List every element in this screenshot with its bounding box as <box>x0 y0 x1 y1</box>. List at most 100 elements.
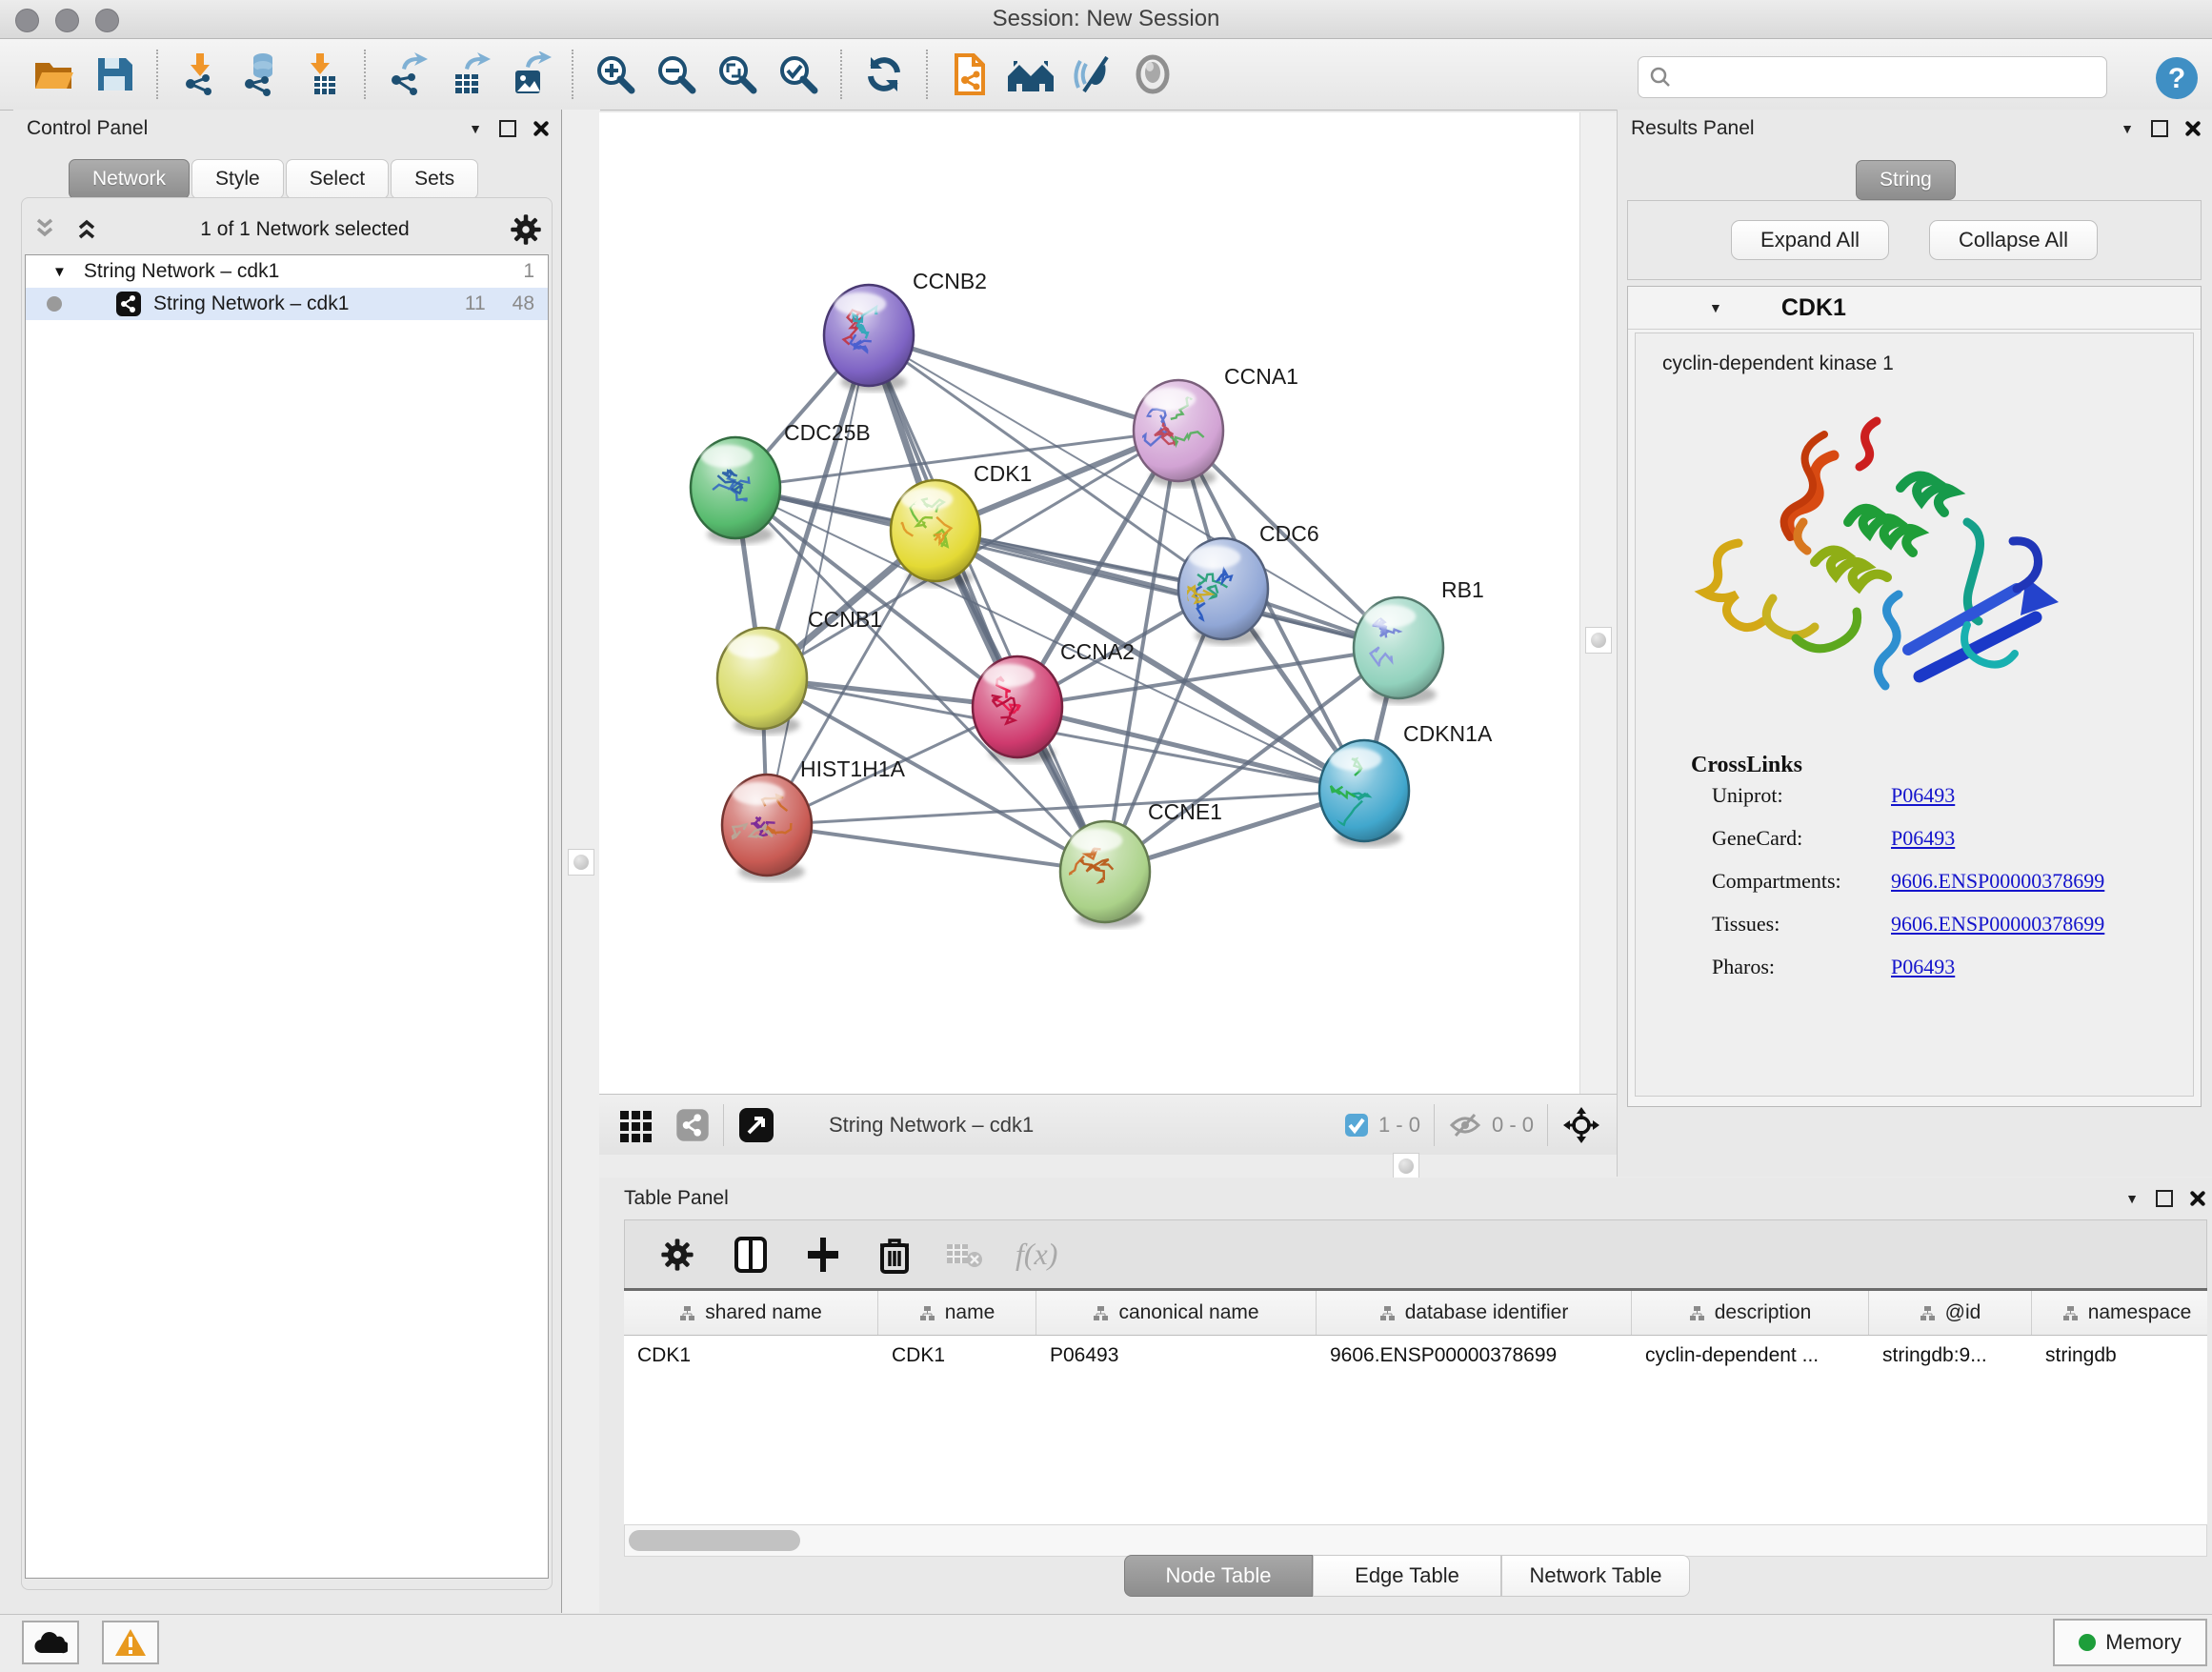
crosslink-link[interactable]: P06493 <box>1891 955 1955 979</box>
panel-menu-icon[interactable]: ▼ <box>2121 122 2134 135</box>
tab-edge-table[interactable]: Edge Table <box>1313 1555 1501 1597</box>
panel-float-icon[interactable] <box>2156 1190 2173 1207</box>
network-row[interactable]: String Network – cdk1 11 48 <box>26 288 548 320</box>
panel-menu-icon[interactable]: ▼ <box>2125 1192 2139 1205</box>
table-cell[interactable]: CDK1 <box>624 1336 878 1376</box>
edge-CCNB2-CCNE1[interactable] <box>869 335 1105 872</box>
table-cell[interactable]: CDK1 <box>878 1336 1036 1376</box>
protein-card-header[interactable]: ▼ CDK1 <box>1628 287 2201 330</box>
left-splitter[interactable] <box>561 110 600 1613</box>
panel-float-icon[interactable] <box>499 120 516 137</box>
table-cell[interactable]: cyclin-dependent ... <box>1632 1336 1869 1376</box>
column-header-description[interactable]: description <box>1632 1291 1869 1335</box>
memory-button[interactable]: Memory <box>2053 1619 2207 1666</box>
export-table-button[interactable] <box>444 48 493 101</box>
show-columns-icon[interactable] <box>734 1236 768 1274</box>
collapse-protein-icon[interactable]: ▼ <box>1709 301 1722 314</box>
import-table-from-file-button[interactable] <box>297 48 347 101</box>
splitter-handle[interactable] <box>1585 627 1612 654</box>
network-view-share-icon[interactable] <box>675 1108 710 1142</box>
panel-float-icon[interactable] <box>2151 120 2168 137</box>
zoom-fit-content-button[interactable] <box>713 48 762 101</box>
node-CCNB1[interactable] <box>717 628 807 735</box>
zoom-selected-region-button[interactable] <box>774 48 823 101</box>
panel-close-icon[interactable] <box>2185 121 2201 136</box>
node-CCNB2[interactable] <box>824 285 914 392</box>
search-input[interactable] <box>1673 66 2106 90</box>
crosslink-link[interactable]: 9606.ENSP00000378699 <box>1891 869 2104 894</box>
column-header-shared-name[interactable]: shared name <box>624 1291 878 1335</box>
column-header-name[interactable]: name <box>878 1291 1036 1335</box>
tab-sets[interactable]: Sets <box>391 159 478 199</box>
expand-all-chevron-icon[interactable] <box>72 217 101 242</box>
export-network-button[interactable] <box>383 48 432 101</box>
table-row[interactable]: CDK1CDK1P064939606.ENSP00000378699cyclin… <box>624 1336 2207 1376</box>
node-CCNA1[interactable] <box>1134 380 1223 487</box>
scrollbar-thumb[interactable] <box>629 1530 800 1551</box>
detach-view-icon[interactable] <box>737 1106 775 1144</box>
grid-view-icon[interactable] <box>618 1107 654 1143</box>
zoom-in-button[interactable] <box>591 48 640 101</box>
node-RB1[interactable] <box>1354 597 1443 704</box>
edge-HIST1H1A-CCNE1[interactable] <box>767 825 1105 872</box>
network-collection-row[interactable]: ▼ String Network – cdk1 1 <box>26 255 548 288</box>
tab-network[interactable]: Network <box>69 159 190 199</box>
splitter-handle[interactable] <box>1393 1153 1419 1179</box>
column-header-database-identifier[interactable]: database identifier <box>1317 1291 1632 1335</box>
export-image-button[interactable] <box>505 48 554 101</box>
right-splitter[interactable] <box>1579 112 1618 1094</box>
expand-all-button[interactable]: Expand All <box>1731 220 1889 260</box>
panel-menu-icon[interactable]: ▼ <box>469 122 482 135</box>
delete-column-trash-icon[interactable] <box>878 1236 911 1274</box>
collapse-all-button[interactable]: Collapse All <box>1929 220 2098 260</box>
node-CDC6[interactable] <box>1178 538 1268 645</box>
panel-close-icon[interactable] <box>2190 1191 2205 1206</box>
column-header-namespace[interactable]: namespace <box>2032 1291 2207 1335</box>
edge-CCNB2-CCNA1[interactable] <box>869 335 1178 431</box>
warnings-button[interactable] <box>102 1621 159 1664</box>
inspection-mode-button[interactable] <box>1128 48 1177 101</box>
table-horizontal-scrollbar[interactable] <box>624 1524 2207 1557</box>
cloud-status-button[interactable] <box>22 1621 79 1664</box>
node-CCNE1[interactable] <box>1060 821 1150 928</box>
share-session-file-button[interactable] <box>945 48 995 101</box>
column-header-canonical-name[interactable]: canonical name <box>1036 1291 1317 1335</box>
table-cell[interactable]: stringdb:9... <box>1869 1336 2032 1376</box>
open-session-button[interactable] <box>29 48 78 101</box>
selected-nodes-checkbox-icon[interactable] <box>1344 1113 1369 1138</box>
zoom-out-button[interactable] <box>652 48 701 101</box>
tab-select[interactable]: Select <box>286 159 389 199</box>
column-header--id[interactable]: @id <box>1869 1291 2032 1335</box>
collection-expander-icon[interactable]: ▼ <box>52 264 67 280</box>
table-options-gear-icon[interactable] <box>659 1237 695 1273</box>
tab-style[interactable]: Style <box>191 159 284 199</box>
help-button[interactable]: ? <box>2151 53 2202 105</box>
panel-close-icon[interactable] <box>533 121 549 136</box>
import-network-from-database-button[interactable] <box>236 48 286 101</box>
node-CDC25B[interactable] <box>691 437 780 544</box>
save-session-button[interactable] <box>90 48 139 101</box>
table-cell[interactable]: 9606.ENSP00000378699 <box>1317 1336 1632 1376</box>
tab-network-table[interactable]: Network Table <box>1501 1555 1690 1597</box>
node-CDKN1A[interactable] <box>1317 740 1409 847</box>
check-for-updates-button[interactable] <box>859 48 909 101</box>
network-view-canvas[interactable]: CCNB2CCNA1CDC25BCDK1CDC6RB1CCNB1CCNA2CDK… <box>599 112 1579 1094</box>
tab-node-table[interactable]: Node Table <box>1124 1555 1313 1597</box>
show-graphics-details-button[interactable] <box>1067 48 1116 101</box>
pan-crosshair-icon[interactable] <box>1561 1105 1601 1145</box>
table-cell[interactable]: P06493 <box>1036 1336 1317 1376</box>
collapse-all-chevron-icon[interactable] <box>30 217 59 242</box>
string-network-graph[interactable]: CCNB2CCNA1CDC25BCDK1CDC6RB1CCNB1CCNA2CDK… <box>599 112 1579 1094</box>
crosslink-link[interactable]: P06493 <box>1891 826 1955 851</box>
network-options-gear-icon[interactable] <box>509 212 543 247</box>
node-CDK1[interactable] <box>891 480 980 587</box>
table-cell[interactable]: stringdb <box>2032 1336 2207 1376</box>
crosslink-link[interactable]: 9606.ENSP00000378699 <box>1891 912 2104 937</box>
home-button[interactable] <box>1006 48 1056 101</box>
node-HIST1H1A[interactable] <box>722 775 812 881</box>
splitter-handle[interactable] <box>568 849 594 876</box>
create-column-plus-icon[interactable] <box>806 1236 840 1274</box>
tab-string[interactable]: String <box>1856 160 1956 200</box>
crosslink-link[interactable]: P06493 <box>1891 783 1955 808</box>
import-network-from-file-button[interactable] <box>175 48 225 101</box>
